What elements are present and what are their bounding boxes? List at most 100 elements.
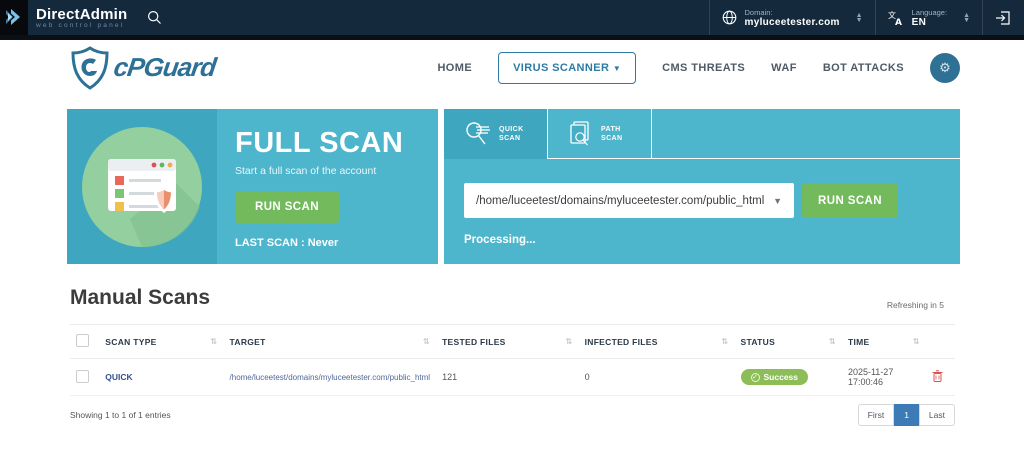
scan-tabs: QUICK SCAN PATH SCAN (444, 109, 960, 159)
scan-type-cell: QUICK (105, 372, 133, 382)
full-scan-illustration (67, 109, 217, 264)
scan-path-value: /home/luceetest/domains/myluceetester.co… (476, 194, 765, 207)
app-header: cPGuard HOME VIRUS SCANNER ▼ CMS THREATS… (0, 40, 1024, 95)
row-checkbox[interactable] (76, 369, 89, 383)
full-scan-card: FULL SCAN Start a full scan of the accou… (67, 109, 438, 264)
svg-text:A: A (895, 18, 902, 26)
quick-scan-form: /home/luceetest/domains/myluceetester.co… (464, 183, 898, 218)
col-tested-files-label: TESTED FILES (442, 336, 506, 347)
col-status-label: STATUS (740, 336, 776, 347)
tab-path-scan[interactable]: PATH SCAN (548, 109, 652, 159)
pagination-page-1[interactable]: 1 (894, 404, 919, 426)
delete-scan-button[interactable] (932, 370, 943, 382)
tab-quick-scan[interactable]: QUICK SCAN (444, 109, 548, 159)
full-scan-last-scan: LAST SCAN : Never (235, 237, 339, 249)
full-scan-run-button[interactable]: RUN SCAN (235, 191, 339, 223)
brand-title: DirectAdmin (36, 5, 128, 23)
logout-icon (996, 10, 1010, 25)
trash-icon (932, 370, 943, 382)
table-footer: Showing 1 to 1 of 1 entries First 1 Last (70, 404, 955, 426)
status-badge-label: Success (763, 372, 799, 382)
infected-files-cell: 0 (584, 372, 590, 382)
domain-selector[interactable]: Domain: myluceetester.com ▲ ▼ (708, 0, 875, 35)
scan-status-text: Processing... (464, 234, 536, 246)
shield-logo-icon (71, 45, 109, 90)
chevron-updown-icon: ▲ ▼ (855, 11, 863, 24)
chevron-down-icon: ▼ (612, 63, 622, 73)
domain-value: myluceetester.com (744, 16, 840, 28)
tested-files-cell: 121 (442, 372, 458, 382)
select-all-checkbox[interactable] (76, 334, 89, 347)
search-button[interactable] (137, 0, 172, 35)
nav-cms-threats[interactable]: CMS THREATS (662, 62, 745, 74)
col-status[interactable]: STATUS ⇅ (735, 325, 842, 359)
manual-scans-table: SCAN TYPE ⇅ TARGET ⇅ TESTED FILES ⇅ INFE… (70, 324, 955, 396)
main-nav: HOME VIRUS SCANNER ▼ CMS THREATS WAF BOT… (437, 51, 960, 84)
pagination-last[interactable]: Last (918, 404, 955, 426)
manual-scans-title: Manual Scans (70, 286, 211, 309)
translate-icon: 文 A (888, 10, 902, 26)
nav-waf[interactable]: WAF (771, 62, 797, 74)
tab-strip-filler (652, 109, 960, 159)
quick-scan-icon (466, 122, 490, 145)
domain-label: Domain: (744, 7, 773, 17)
double-chevron-icon (6, 8, 20, 25)
refresh-countdown: Refreshing in 5 (886, 300, 944, 310)
col-target[interactable]: TARGET ⇅ (224, 325, 437, 359)
logout-button[interactable] (982, 0, 1024, 35)
status-badge: ✓ Success (740, 369, 808, 385)
chevron-updown-icon: ▲ ▼ (963, 11, 970, 24)
cpguard-logo-text: cPGuard (111, 52, 218, 82)
pagination: First 1 Last (857, 404, 955, 426)
language-selector[interactable]: 文 A Language: EN ▲ ▼ (874, 0, 982, 35)
brand-subtitle: web control panel (36, 21, 125, 29)
scan-panels: FULL SCAN Start a full scan of the accou… (67, 109, 960, 264)
topbar-right: Domain: myluceetester.com ▲ ▼ 文 A Languag… (708, 0, 1024, 35)
brand: DirectAdmin web control panel (28, 0, 137, 35)
path-scan-icon (570, 120, 589, 145)
full-scan-body: FULL SCAN Start a full scan of the accou… (217, 109, 438, 264)
gear-icon: ⚙ (939, 59, 951, 75)
search-icon (148, 10, 162, 24)
sort-icon[interactable]: ⇅ (721, 337, 728, 346)
col-time-label: TIME (847, 336, 870, 347)
manual-scans-header: Manual Scans Refreshing in 5 (70, 286, 944, 310)
col-time[interactable]: TIME ⇅ (842, 325, 926, 359)
target-cell: /home/luceetest/domains/myluceetester.co… (229, 373, 431, 382)
showing-entries-text: Showing 1 to 1 of 1 entries (70, 410, 171, 420)
sort-icon[interactable]: ⇅ (913, 337, 920, 346)
col-infected-files-label: INFECTED FILES (584, 336, 658, 347)
pagination-first[interactable]: First (857, 404, 895, 426)
quick-scan-run-button[interactable]: RUN SCAN (802, 183, 898, 218)
check-icon: ✓ (750, 372, 760, 382)
time-cell: 2025-11-27 17:00:46 (847, 367, 894, 387)
col-scan-type[interactable]: SCAN TYPE ⇅ (99, 325, 223, 359)
language-value: EN (911, 16, 927, 28)
col-scan-type-label: SCAN TYPE (105, 336, 157, 347)
col-target-label: TARGET (229, 336, 266, 347)
col-tested-files[interactable]: TESTED FILES ⇅ (436, 325, 579, 359)
sort-icon[interactable]: ⇅ (829, 337, 836, 346)
scan-illustration-icon (82, 126, 202, 247)
table-header-row: SCAN TYPE ⇅ TARGET ⇅ TESTED FILES ⇅ INFE… (70, 324, 955, 359)
language-label: Language: (911, 7, 948, 17)
quick-scan-panel: QUICK SCAN PATH SCAN /home/luceetest/dom… (444, 109, 960, 264)
sort-icon[interactable]: ⇅ (566, 337, 573, 346)
nav-home[interactable]: HOME (437, 62, 472, 74)
tab-path-scan-label: PATH SCAN (601, 125, 623, 142)
table-row: QUICK /home/luceetest/domains/myluceetes… (70, 359, 955, 396)
nav-bot-attacks[interactable]: BOT ATTACKS (823, 62, 904, 74)
topbar: DirectAdmin web control panel Domain: my… (0, 0, 1024, 35)
select-caret-icon: ▼ (773, 195, 782, 206)
directadmin-logo[interactable] (0, 0, 28, 35)
settings-button[interactable]: ⚙ (930, 52, 960, 83)
tab-quick-scan-label: QUICK SCAN (499, 126, 524, 142)
cpguard-logo[interactable]: cPGuard (70, 45, 218, 90)
sort-icon[interactable]: ⇅ (211, 337, 218, 346)
nav-virus-scanner-label: VIRUS SCANNER (513, 61, 610, 74)
sort-icon[interactable]: ⇅ (423, 337, 430, 346)
globe-icon (722, 10, 736, 25)
scan-path-select[interactable]: /home/luceetest/domains/myluceetester.co… (464, 183, 794, 218)
col-infected-files[interactable]: INFECTED FILES ⇅ (579, 325, 735, 359)
nav-virus-scanner[interactable]: VIRUS SCANNER ▼ (498, 51, 637, 84)
